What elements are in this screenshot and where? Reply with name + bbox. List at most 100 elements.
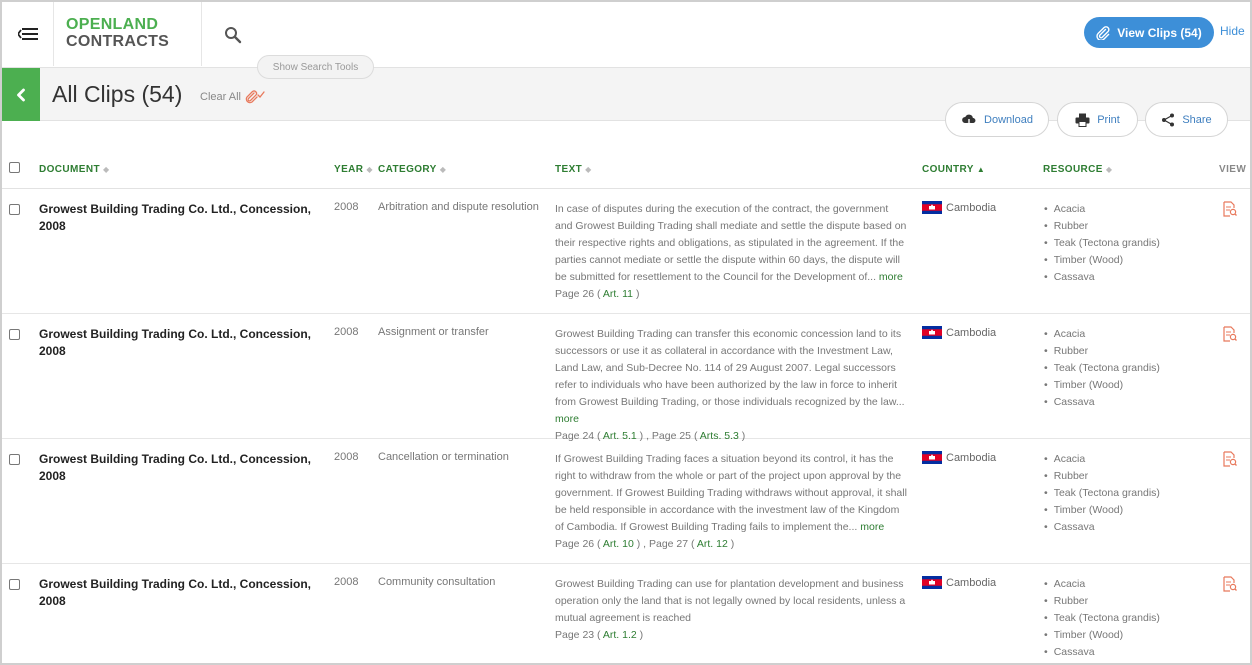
table-row: Growest Building Trading Co. Ltd., Conce… (2, 314, 1250, 442)
article-link[interactable]: Art. 11 (603, 288, 633, 300)
resource-item: Acacia (1042, 326, 1160, 343)
sort-icon: ◆ (1105, 165, 1113, 174)
document-title[interactable]: Growest Building Trading Co. Ltd., Conce… (39, 201, 314, 235)
category-cell: Community consultation (378, 576, 496, 588)
row-checkbox[interactable] (9, 204, 20, 215)
view-clips-button[interactable]: View Clips (54) (1084, 17, 1214, 48)
back-button[interactable] (2, 68, 40, 121)
print-button[interactable]: Print (1057, 102, 1138, 137)
search-icon[interactable] (224, 26, 242, 44)
resource-item: Acacia (1042, 451, 1160, 468)
resource-item: Timber (Wood) (1042, 252, 1160, 269)
table-row: Growest Building Trading Co. Ltd., Conce… (2, 564, 1250, 663)
resource-item: Rubber (1042, 343, 1160, 360)
show-search-tools-button[interactable]: Show Search Tools (257, 55, 374, 79)
article-link[interactable]: Art. 12 (697, 538, 728, 550)
column-label-resource: RESOURCE (1043, 164, 1103, 175)
text-cell: In case of disputes during the execution… (555, 201, 907, 303)
view-document-icon[interactable] (1223, 201, 1237, 217)
document-title[interactable]: Growest Building Trading Co. Ltd., Conce… (39, 326, 314, 360)
country-cell: Cambodia (922, 201, 996, 214)
view-document-icon[interactable] (1223, 451, 1237, 467)
article-link[interactable]: Art. 1.2 (603, 629, 637, 641)
cloud-download-icon (962, 114, 976, 126)
page-suffix: ) (633, 288, 640, 300)
clip-text: In case of disputes during the execution… (555, 203, 907, 283)
category-cell: Arbitration and dispute resolution (378, 201, 539, 213)
header-divider (201, 2, 202, 66)
country-cell: Cambodia (922, 326, 996, 339)
view-clips-label: View Clips (54) (1117, 25, 1202, 40)
clear-clips-icon (245, 90, 265, 104)
resource-item: Cassava (1042, 394, 1160, 411)
country-name: Cambodia (946, 576, 997, 589)
column-header-category[interactable]: CATEGORY ◆ (378, 164, 446, 175)
logo[interactable]: OPENLAND CONTRACTS (66, 16, 169, 50)
page-reference: Page 23 ( Art. 1.2 ) (555, 627, 907, 644)
view-document-icon[interactable] (1223, 576, 1237, 592)
column-label-year: YEAR (334, 164, 364, 175)
column-header-document[interactable]: DOCUMENT ◆ (39, 164, 110, 175)
view-document-icon[interactable] (1223, 326, 1237, 342)
year-cell: 2008 (334, 451, 359, 463)
column-label-text: TEXT (555, 164, 583, 175)
resource-item: Rubber (1042, 218, 1160, 235)
resource-item: Timber (Wood) (1042, 627, 1160, 644)
cambodia-flag-icon (922, 326, 942, 339)
year-cell: 2008 (334, 576, 359, 588)
page-prefix: Page 26 ( (555, 288, 603, 300)
country-name: Cambodia (946, 326, 997, 339)
print-label: Print (1097, 113, 1120, 126)
document-title[interactable]: Growest Building Trading Co. Ltd., Conce… (39, 451, 314, 485)
article-link[interactable]: Art. 10 (603, 538, 634, 550)
table-row: Growest Building Trading Co. Ltd., Conce… (2, 439, 1250, 564)
logo-line-2: CONTRACTS (66, 33, 170, 50)
download-button[interactable]: Download (945, 102, 1049, 137)
column-header-country[interactable]: COUNTRY ▲ (922, 164, 985, 175)
column-header-text[interactable]: TEXT ◆ (555, 164, 592, 175)
hide-link[interactable]: Hide (1220, 24, 1245, 38)
menu-button[interactable] (2, 2, 54, 66)
more-link[interactable]: more (860, 521, 884, 533)
more-link[interactable]: more (879, 271, 903, 283)
category-cell: Assignment or transfer (378, 326, 489, 338)
cambodia-flag-icon (922, 451, 942, 464)
sort-icon: ◆ (585, 165, 592, 174)
country-cell: Cambodia (922, 451, 996, 464)
more-link[interactable]: more (555, 413, 579, 425)
row-checkbox[interactable] (9, 454, 20, 465)
resource-item: Cassava (1042, 519, 1160, 536)
share-button[interactable]: Share (1145, 102, 1228, 137)
page-suffix: ) (636, 629, 644, 641)
row-checkbox[interactable] (9, 329, 20, 340)
resource-item: Timber (Wood) (1042, 377, 1160, 394)
page-suffix: ) , (633, 538, 649, 550)
document-title[interactable]: Growest Building Trading Co. Ltd., Conce… (39, 576, 314, 610)
resource-item: Teak (Tectona grandis) (1042, 610, 1160, 627)
download-label: Download (984, 113, 1033, 126)
cambodia-flag-icon (922, 576, 942, 589)
column-label-document: DOCUMENT (39, 164, 100, 175)
resource-item: Acacia (1042, 576, 1160, 593)
column-header-year[interactable]: YEAR ◆ (334, 164, 373, 175)
text-cell: Growest Building Trading can use for pla… (555, 576, 907, 644)
printer-icon (1075, 113, 1090, 127)
text-cell: If Growest Building Trading faces a situ… (555, 451, 907, 553)
resource-item: Teak (Tectona grandis) (1042, 360, 1160, 377)
column-header-view: VIEW (1219, 164, 1246, 175)
top-bar: OPENLAND CONTRACTS View Clips (54) Hide (2, 2, 1250, 68)
select-all-checkbox[interactable] (9, 162, 20, 173)
page-reference: Page 26 ( Art. 11 ) (555, 286, 907, 303)
menu-collapse-icon (17, 28, 38, 40)
column-header-resource[interactable]: RESOURCE ◆ (1043, 164, 1112, 175)
share-label: Share (1182, 113, 1212, 126)
clear-all-label: Clear All (200, 91, 241, 103)
row-checkbox[interactable] (9, 579, 20, 590)
clip-text: Growest Building Trading can use for pla… (555, 578, 906, 624)
app-frame: OPENLAND CONTRACTS View Clips (54) Hide … (0, 0, 1252, 665)
clip-text: Growest Building Trading can transfer th… (555, 328, 905, 408)
page-prefix: Page 26 ( (555, 538, 603, 550)
resource-item: Cassava (1042, 644, 1160, 661)
clear-all-button[interactable]: Clear All (200, 90, 265, 104)
column-label-view: VIEW (1219, 164, 1247, 175)
